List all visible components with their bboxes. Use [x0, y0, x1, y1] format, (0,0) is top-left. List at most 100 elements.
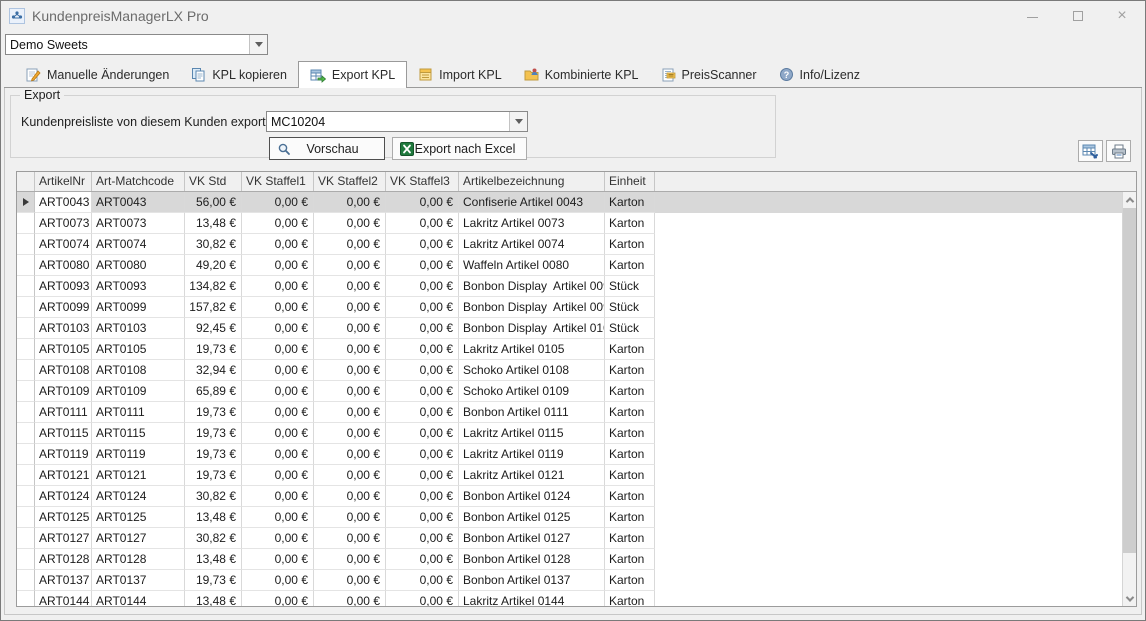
grid-cell[interactable]: 32,94 € — [185, 360, 242, 381]
grid-cell[interactable]: 0,00 € — [314, 507, 386, 528]
grid-cell[interactable]: 65,89 € — [185, 381, 242, 402]
grid-cell[interactable]: Lakritz Artikel 0119 — [459, 444, 605, 465]
grid-column-header[interactable]: VK Staffel2 — [314, 172, 386, 191]
grid-cell[interactable]: ART0144 — [35, 591, 92, 606]
grid-cell[interactable]: Karton — [605, 528, 655, 549]
grid-cell[interactable]: 157,82 € — [185, 297, 242, 318]
tab-export-kpl[interactable]: Export KPL — [298, 61, 407, 88]
grid-cell[interactable]: 0,00 € — [314, 444, 386, 465]
grid-cell[interactable]: 0,00 € — [314, 423, 386, 444]
tab-preisscanner[interactable]: PreisScanner — [650, 62, 768, 87]
grid-cell[interactable]: Karton — [605, 192, 655, 213]
grid-cell[interactable]: Schoko Artikel 0109 — [459, 381, 605, 402]
grid-cell[interactable]: 0,00 € — [386, 255, 459, 276]
grid-cell[interactable]: ART0108 — [35, 360, 92, 381]
grid-row[interactable]: ART0099ART0099157,82 €0,00 €0,00 €0,00 €… — [17, 297, 1122, 318]
grid-cell[interactable]: 19,73 € — [185, 423, 242, 444]
grid-cell[interactable]: 0,00 € — [314, 213, 386, 234]
grid-row[interactable]: ART0093ART0093134,82 €0,00 €0,00 €0,00 €… — [17, 276, 1122, 297]
grid-cell[interactable]: ART0109 — [35, 381, 92, 402]
grid-cell[interactable]: Stück — [605, 276, 655, 297]
grid-cell[interactable]: ART0109 — [92, 381, 185, 402]
grid-cell[interactable]: 19,73 € — [185, 339, 242, 360]
grid-row[interactable]: ART0128ART012813,48 €0,00 €0,00 €0,00 €B… — [17, 549, 1122, 570]
grid-cell[interactable]: 0,00 € — [242, 234, 314, 255]
grid-cell[interactable]: Karton — [605, 549, 655, 570]
print-button[interactable] — [1106, 140, 1131, 162]
grid-cell[interactable]: 0,00 € — [386, 423, 459, 444]
grid-row[interactable]: ART0073ART007313,48 €0,00 €0,00 €0,00 €L… — [17, 213, 1122, 234]
grid-cell[interactable]: ART0127 — [92, 528, 185, 549]
grid-cell[interactable]: 134,82 € — [185, 276, 242, 297]
maximize-button[interactable] — [1069, 7, 1087, 25]
grid-cell[interactable]: 0,00 € — [314, 360, 386, 381]
grid-cell[interactable]: 0,00 € — [386, 549, 459, 570]
grid-cell[interactable]: 0,00 € — [314, 402, 386, 423]
grid-cell[interactable]: Schoko Artikel 0108 — [459, 360, 605, 381]
grid-row[interactable]: ART0074ART007430,82 €0,00 €0,00 €0,00 €L… — [17, 234, 1122, 255]
grid-cell[interactable]: 0,00 € — [242, 591, 314, 606]
grid-cell[interactable]: ART0128 — [35, 549, 92, 570]
grid-cell[interactable]: ART0080 — [35, 255, 92, 276]
grid-row[interactable]: ART0115ART011519,73 €0,00 €0,00 €0,00 €L… — [17, 423, 1122, 444]
grid-cell[interactable]: ART0073 — [35, 213, 92, 234]
customer-select-dropdown-button[interactable] — [249, 35, 267, 54]
grid-cell[interactable]: 49,20 € — [185, 255, 242, 276]
grid-cell[interactable]: ART0111 — [92, 402, 185, 423]
grid-cell[interactable]: 19,73 € — [185, 570, 242, 591]
grid-cell[interactable]: ART0099 — [35, 297, 92, 318]
grid-row[interactable]: ART0124ART012430,82 €0,00 €0,00 €0,00 €B… — [17, 486, 1122, 507]
grid-cell[interactable]: Karton — [605, 507, 655, 528]
grid-cell[interactable]: 13,48 € — [185, 549, 242, 570]
grid-cell[interactable]: Stück — [605, 297, 655, 318]
grid-cell[interactable]: ART0043 — [92, 192, 185, 213]
price-list-grid[interactable]: ArtikelNrArt-MatchcodeVK StdVK Staffel1V… — [16, 171, 1137, 607]
grid-cell[interactable]: ART0115 — [92, 423, 185, 444]
grid-row[interactable]: ART0043ART004356,00 €0,00 €0,00 €0,00 €C… — [17, 192, 1122, 213]
grid-column-header[interactable]: VK Staffel1 — [242, 172, 314, 191]
grid-column-header[interactable]: Artikelbezeichnung — [459, 172, 605, 191]
grid-cell[interactable]: ART0124 — [92, 486, 185, 507]
grid-cell[interactable]: 0,00 € — [386, 339, 459, 360]
grid-cell[interactable]: 0,00 € — [314, 297, 386, 318]
grid-cell[interactable]: 0,00 € — [314, 570, 386, 591]
grid-cell[interactable]: 0,00 € — [386, 381, 459, 402]
grid-cell[interactable]: ART0043 — [35, 192, 92, 213]
grid-row[interactable]: ART0127ART012730,82 €0,00 €0,00 €0,00 €B… — [17, 528, 1122, 549]
grid-cell[interactable]: Lakritz Artikel 0105 — [459, 339, 605, 360]
grid-cell[interactable]: 0,00 € — [314, 276, 386, 297]
grid-cell[interactable]: 0,00 € — [314, 486, 386, 507]
close-button[interactable]: × — [1113, 7, 1131, 25]
grid-row[interactable]: ART0108ART010832,94 €0,00 €0,00 €0,00 €S… — [17, 360, 1122, 381]
grid-cell[interactable]: ART0144 — [92, 591, 185, 606]
grid-cell[interactable]: 0,00 € — [386, 276, 459, 297]
grid-cell[interactable]: Karton — [605, 213, 655, 234]
grid-cell[interactable]: ART0137 — [35, 570, 92, 591]
grid-row[interactable]: ART0144ART014413,48 €0,00 €0,00 €0,00 €L… — [17, 591, 1122, 606]
grid-cell[interactable]: 0,00 € — [314, 255, 386, 276]
grid-cell[interactable]: 0,00 € — [386, 297, 459, 318]
grid-row[interactable]: ART0121ART012119,73 €0,00 €0,00 €0,00 €L… — [17, 465, 1122, 486]
grid-cell[interactable]: 19,73 € — [185, 444, 242, 465]
grid-cell[interactable]: 0,00 € — [386, 591, 459, 606]
grid-cell[interactable]: Bonbon Artikel 0137 — [459, 570, 605, 591]
grid-cell[interactable]: ART0111 — [35, 402, 92, 423]
customer-select[interactable]: Demo Sweets — [5, 34, 268, 55]
grid-cell[interactable]: ART0093 — [35, 276, 92, 297]
grid-cell[interactable]: ART0128 — [92, 549, 185, 570]
minimize-button[interactable] — [1023, 7, 1041, 25]
grid-row[interactable]: ART0125ART012513,48 €0,00 €0,00 €0,00 €B… — [17, 507, 1122, 528]
title-bar[interactable]: KundenpreisManagerLX Pro × — [1, 1, 1145, 31]
grid-cell[interactable]: 30,82 € — [185, 234, 242, 255]
grid-cell[interactable]: Waffeln Artikel 0080 — [459, 255, 605, 276]
grid-cell[interactable]: 0,00 € — [314, 465, 386, 486]
grid-cell[interactable]: ART0137 — [92, 570, 185, 591]
grid-cell[interactable]: ART0119 — [35, 444, 92, 465]
grid-cell[interactable]: 0,00 € — [242, 570, 314, 591]
grid-cell[interactable]: 92,45 € — [185, 318, 242, 339]
grid-cell[interactable]: 0,00 € — [242, 549, 314, 570]
grid-cell[interactable]: 0,00 € — [386, 570, 459, 591]
grid-cell[interactable]: 0,00 € — [242, 381, 314, 402]
grid-cell[interactable]: Confiserie Artikel 0043 — [459, 192, 605, 213]
tab-info-lizenz[interactable]: ? Info/Lizenz — [768, 62, 871, 87]
